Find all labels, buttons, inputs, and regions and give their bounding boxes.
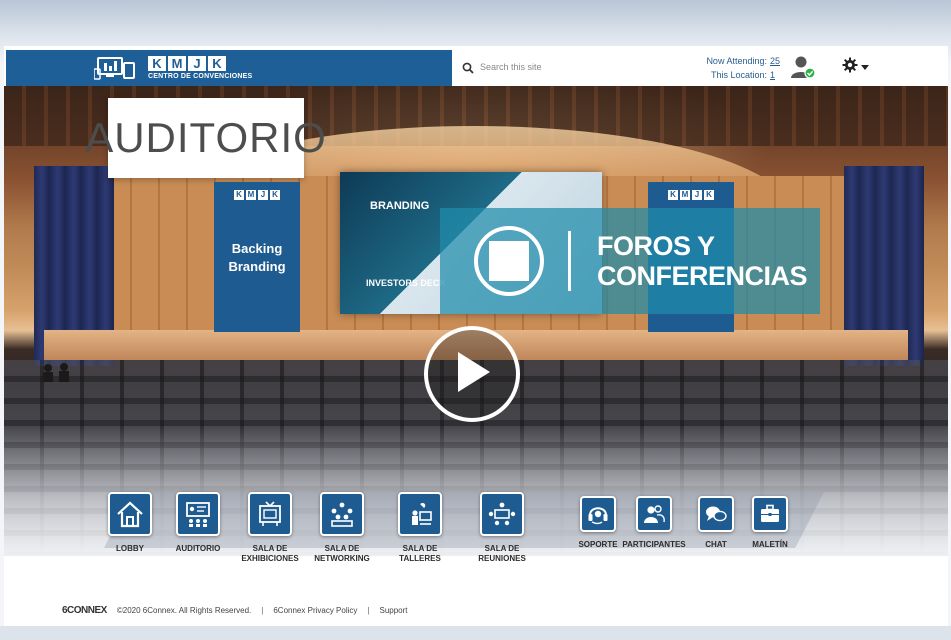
workshop-icon: [398, 492, 442, 536]
brand-logo: K M J K CENTRO DE CONVENCIONES: [148, 56, 252, 80]
banner-letter: J: [692, 190, 702, 200]
nav-label: CHAT: [705, 540, 727, 549]
now-attending-count[interactable]: 25: [770, 54, 780, 68]
this-location: This Location: 1: [684, 68, 780, 82]
banner-letter: K: [704, 190, 714, 200]
nav-item-auditorio[interactable]: AUDITORIO: [158, 492, 238, 554]
attendance-info: Now Attending: 25 This Location: 1: [684, 54, 780, 82]
app-window: K M J K CENTRO DE CONVENCIONES Now Atten…: [4, 46, 948, 640]
banner-letter: K: [668, 190, 678, 200]
exhibition-icon: [248, 492, 292, 536]
support-link[interactable]: Support: [379, 606, 407, 615]
banner-letter: M: [680, 190, 690, 200]
screen-headline: BRANDING: [370, 200, 430, 212]
banner-letter: K: [234, 190, 244, 200]
chat-icon: [698, 496, 734, 532]
overlay-line: FOROS Y: [597, 231, 715, 261]
banner-line: Backing: [231, 241, 283, 256]
overlay-line: CONFERENCIAS: [597, 261, 808, 291]
banner-left[interactable]: K M J K Backing Branding: [214, 182, 300, 332]
briefcase-icon: [752, 496, 788, 532]
headset-icon: [580, 496, 616, 532]
privacy-policy-link[interactable]: 6Connex Privacy Policy: [273, 606, 357, 615]
brand-letter: K: [148, 56, 166, 71]
nav-label: SALA DE EXHIBICIONES: [241, 544, 299, 563]
banner-left-logo: K M J K: [219, 186, 295, 204]
nav-label: SALA DE TALLERES: [399, 544, 441, 563]
search-icon: [462, 61, 474, 74]
top-bar: K M J K CENTRO DE CONVENCIONES Now Atten…: [4, 46, 948, 86]
banner-line: Branding: [228, 259, 286, 274]
footer: 6CONNEX ©2020 6Connex. All Rights Reserv…: [4, 600, 948, 620]
nav-item-sala-reuniones[interactable]: SALA DE REUNIONES: [462, 492, 542, 564]
this-location-count[interactable]: 1: [770, 68, 780, 82]
settings-menu[interactable]: [842, 57, 872, 78]
nav-label: AUDITORIO: [175, 544, 221, 553]
gear-icon: [842, 57, 858, 78]
banner-left-text: Backing Branding: [228, 240, 285, 276]
search-box[interactable]: [462, 58, 682, 76]
house-icon: [108, 492, 152, 536]
caret-down-icon: [861, 58, 869, 76]
nav-label: LOBBY: [116, 544, 144, 553]
brand-bar[interactable]: K M J K CENTRO DE CONVENCIONES: [6, 50, 452, 86]
nav-label: SALA DE REUNIONES: [478, 544, 526, 563]
nav-item-sala-networking[interactable]: SALA DE NETWORKING: [302, 492, 382, 564]
monitor-devices-icon: [93, 55, 138, 81]
footer-separator: |: [367, 605, 370, 615]
nav-item-sala-talleres[interactable]: SALA DE TALLERES: [380, 492, 460, 564]
footer-separator: |: [261, 605, 264, 615]
brand-letters: K M J K: [148, 56, 252, 71]
screen-bottom-edge: [0, 626, 951, 640]
foros-overlay[interactable]: FOROS Y CONFERENCIAS: [440, 208, 820, 314]
participants-icon: [636, 496, 672, 532]
user-online-icon[interactable]: [790, 54, 816, 80]
screen-footer-text: INVESTORS DECK: [366, 278, 446, 288]
presentation-icon: [176, 492, 220, 536]
brand-letter: J: [188, 56, 206, 71]
nav-label: SALA DE NETWORKING: [314, 544, 370, 563]
overlay-divider: [568, 231, 571, 291]
banner-letter: J: [258, 190, 268, 200]
nav-item-maletin[interactable]: MALETÍN: [730, 492, 810, 550]
brand-letter: K: [208, 56, 226, 71]
meeting-icon: [480, 492, 524, 536]
search-input[interactable]: [480, 62, 670, 72]
overlay-title: FOROS Y CONFERENCIAS: [597, 231, 808, 291]
footer-logo: 6CONNEX: [62, 604, 107, 616]
auditorium-scene: AUDITORIO K M J K Backing Branding K M J…: [4, 86, 948, 556]
page-title-card: AUDITORIO: [85, 98, 326, 178]
now-attending: Now Attending: 25: [684, 54, 780, 68]
page-title: AUDITORIO: [85, 114, 327, 161]
brand-letter: M: [168, 56, 186, 71]
banner-letter: M: [246, 190, 256, 200]
play-icon: [452, 350, 492, 399]
audience-people: [40, 362, 80, 382]
brand-subtitle: CENTRO DE CONVENCIONES: [148, 73, 253, 80]
bottom-nav: LOBBY AUDITORIO SALA DE EXHIBICIONES SAL…: [4, 492, 948, 582]
nav-label: SOPORTE: [578, 540, 618, 549]
footer-copyright: ©2020 6Connex. All Rights Reserved.: [116, 605, 252, 615]
stop-icon: [474, 226, 544, 296]
banner-letter: K: [270, 190, 280, 200]
this-location-label: This Location:: [710, 70, 767, 80]
networking-icon: [320, 492, 364, 536]
nav-label: MALETÍN: [752, 540, 788, 549]
nav-item-sala-exhibiciones[interactable]: SALA DE EXHIBICIONES: [230, 492, 310, 564]
now-attending-label: Now Attending:: [706, 56, 767, 66]
play-button[interactable]: [424, 326, 520, 422]
banner-right-logo: K M J K: [653, 186, 729, 204]
